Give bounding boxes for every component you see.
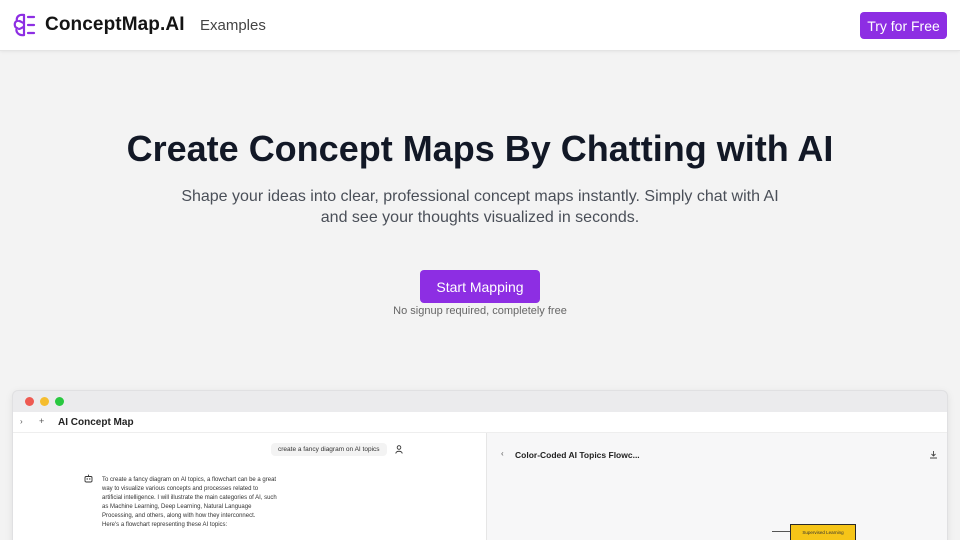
- bot-message-line: Here's a flowchart representing these AI…: [102, 522, 228, 528]
- user-icon: [395, 445, 403, 454]
- download-icon[interactable]: [929, 450, 938, 459]
- navbar: ConceptMap.AI Examples Try for Free: [0, 0, 960, 51]
- flowchart-title: Color-Coded AI Topics Flowc...: [515, 450, 640, 460]
- flowchart-node[interactable]: Supervised Learning: [790, 524, 856, 540]
- brain-icon[interactable]: [12, 12, 38, 38]
- flowchart-edge: [772, 531, 790, 532]
- app-preview-window: › + AI Concept Map create a fancy diagra…: [12, 390, 948, 540]
- hero-subtitle-line-1: Shape your ideas into clear, professiona…: [181, 188, 779, 205]
- bot-message-line: Processing, and others, along with how t…: [102, 513, 256, 519]
- hero-title: Create Concept Maps By Chatting with AI: [126, 128, 834, 169]
- bot-message-line: artificial intelligence. I will illustra…: [102, 495, 277, 501]
- nav-link-examples[interactable]: Examples: [200, 17, 266, 34]
- bot-message-line: way to visualize various concepts and pr…: [102, 486, 259, 492]
- app-title: AI Concept Map: [58, 417, 134, 428]
- window-close-dot: [25, 397, 34, 406]
- flowchart-pane: ‹ Color-Coded AI Topics Flowc... Supervi…: [486, 433, 947, 540]
- app-header: › + AI Concept Map: [13, 412, 947, 433]
- bot-icon: [84, 474, 93, 483]
- window-maximize-dot: [55, 397, 64, 406]
- chevron-left-icon[interactable]: ‹: [501, 449, 504, 458]
- chat-pane: create a fancy diagram on AI topics To c…: [13, 433, 486, 540]
- bot-message-line: To create a fancy diagram on AI topics, …: [102, 477, 277, 483]
- chevron-right-icon[interactable]: ›: [20, 417, 23, 426]
- window-minimize-dot: [40, 397, 49, 406]
- bot-message-line: as Machine Learning, Deep Learning, Natu…: [102, 504, 252, 510]
- user-message: create a fancy diagram on AI topics: [271, 443, 387, 456]
- try-for-free-button[interactable]: Try for Free: [860, 12, 947, 39]
- app-body: › + AI Concept Map create a fancy diagra…: [13, 412, 947, 540]
- hero-subtitle-line-2: and see your thoughts visualized in seco…: [320, 209, 640, 226]
- start-mapping-button[interactable]: Start Mapping: [420, 270, 540, 303]
- plus-icon[interactable]: +: [39, 416, 44, 426]
- bot-message: To create a fancy diagram on AI topics, …: [102, 476, 302, 530]
- brand-name[interactable]: ConceptMap.AI: [45, 14, 185, 36]
- hero-subtitle: Shape your ideas into clear, professiona…: [180, 186, 780, 228]
- no-signup-note: No signup required, completely free: [393, 305, 567, 317]
